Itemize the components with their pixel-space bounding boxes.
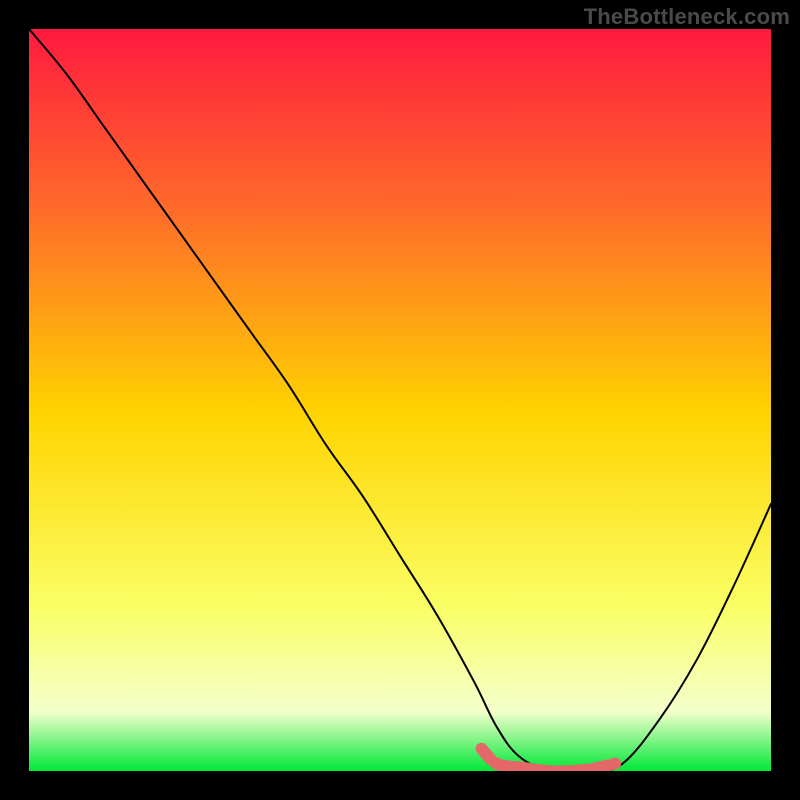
chart-svg <box>29 29 771 771</box>
plot-area <box>29 29 771 771</box>
gradient-background <box>29 29 771 771</box>
watermark-text: TheBottleneck.com <box>584 4 790 30</box>
chart-frame: TheBottleneck.com <box>0 0 800 800</box>
